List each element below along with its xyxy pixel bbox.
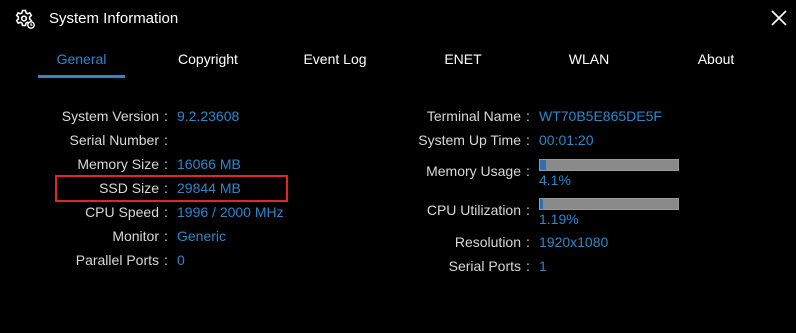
resolution-value: 1920x1080	[539, 234, 609, 250]
memory-size-label: Memory Size	[77, 156, 159, 172]
memory-usage-bar-fill	[540, 160, 546, 170]
separator: :	[164, 252, 168, 268]
settings-gear-icon	[15, 9, 35, 29]
active-tab-indicator	[38, 75, 125, 78]
system-version-row: System Version : 9.2.23608	[0, 108, 400, 128]
separator: :	[526, 258, 530, 274]
serial-number-label: Serial Number	[69, 132, 159, 148]
serial-ports-row: Serial Ports : 1	[400, 258, 796, 278]
tab-general[interactable]: General	[38, 44, 125, 78]
monitor-row: Monitor : Generic	[0, 228, 400, 248]
resolution-label: Resolution	[454, 234, 521, 250]
memory-usage-label: Memory Usage	[426, 163, 521, 179]
separator: :	[526, 132, 530, 148]
separator: :	[164, 156, 168, 172]
cpu-speed-label: CPU Speed	[85, 204, 159, 220]
tab-wlan[interactable]: WLAN	[544, 44, 634, 78]
tab-event-log[interactable]: Event Log	[290, 44, 380, 78]
memory-usage-bar	[539, 159, 679, 171]
cpu-speed-value: 1996 / 2000 MHz	[177, 204, 284, 220]
separator: :	[164, 204, 168, 220]
system-up-time-label: System Up Time	[418, 132, 521, 148]
window-title: System Information	[49, 10, 179, 27]
separator: :	[164, 108, 168, 124]
tab-enet[interactable]: ENET	[418, 44, 508, 78]
parallel-ports-label: Parallel Ports	[75, 252, 159, 268]
monitor-value: Generic	[177, 228, 227, 244]
serial-ports-value: 1	[539, 258, 547, 274]
terminal-name-label: Terminal Name	[426, 108, 521, 124]
separator: :	[526, 108, 530, 124]
separator: :	[526, 202, 530, 218]
monitor-label: Monitor	[112, 228, 159, 244]
cpu-utilization-bar	[539, 198, 679, 210]
separator: :	[164, 228, 168, 244]
serial-ports-label: Serial Ports	[448, 258, 521, 274]
close-icon[interactable]	[769, 8, 789, 28]
cpu-utilization-label: CPU Utilization	[426, 202, 521, 218]
system-up-time-row: System Up Time : 00:01:20	[400, 132, 796, 152]
parallel-ports-row: Parallel Ports : 0	[0, 252, 400, 272]
tab-copyright[interactable]: Copyright	[163, 44, 253, 78]
memory-usage-percent: 4.1%	[539, 172, 571, 188]
system-up-time-value: 00:01:20	[539, 132, 594, 148]
memory-size-value: 16066 MB	[177, 156, 241, 172]
ssd-size-highlight-box	[55, 175, 288, 202]
cpu-utilization-percent: 1.19%	[539, 211, 579, 227]
memory-size-row: Memory Size : 16066 MB	[0, 156, 400, 176]
terminal-name-value: WT70B5E865DE5F	[539, 108, 662, 124]
cpu-speed-row: CPU Speed : 1996 / 2000 MHz	[0, 204, 400, 224]
system-version-value: 9.2.23608	[177, 108, 240, 124]
separator: :	[164, 132, 168, 148]
title-bar: System Information	[0, 0, 796, 38]
resolution-row: Resolution : 1920x1080	[400, 234, 796, 254]
separator: :	[526, 234, 530, 250]
parallel-ports-value: 0	[177, 252, 185, 268]
system-version-label: System Version	[61, 108, 159, 124]
cpu-utilization-bar-fill	[540, 199, 543, 209]
tab-about[interactable]: About	[671, 44, 761, 78]
serial-number-row: Serial Number :	[0, 132, 400, 152]
terminal-name-row: Terminal Name : WT70B5E865DE5F	[400, 108, 796, 128]
separator: :	[526, 163, 530, 179]
